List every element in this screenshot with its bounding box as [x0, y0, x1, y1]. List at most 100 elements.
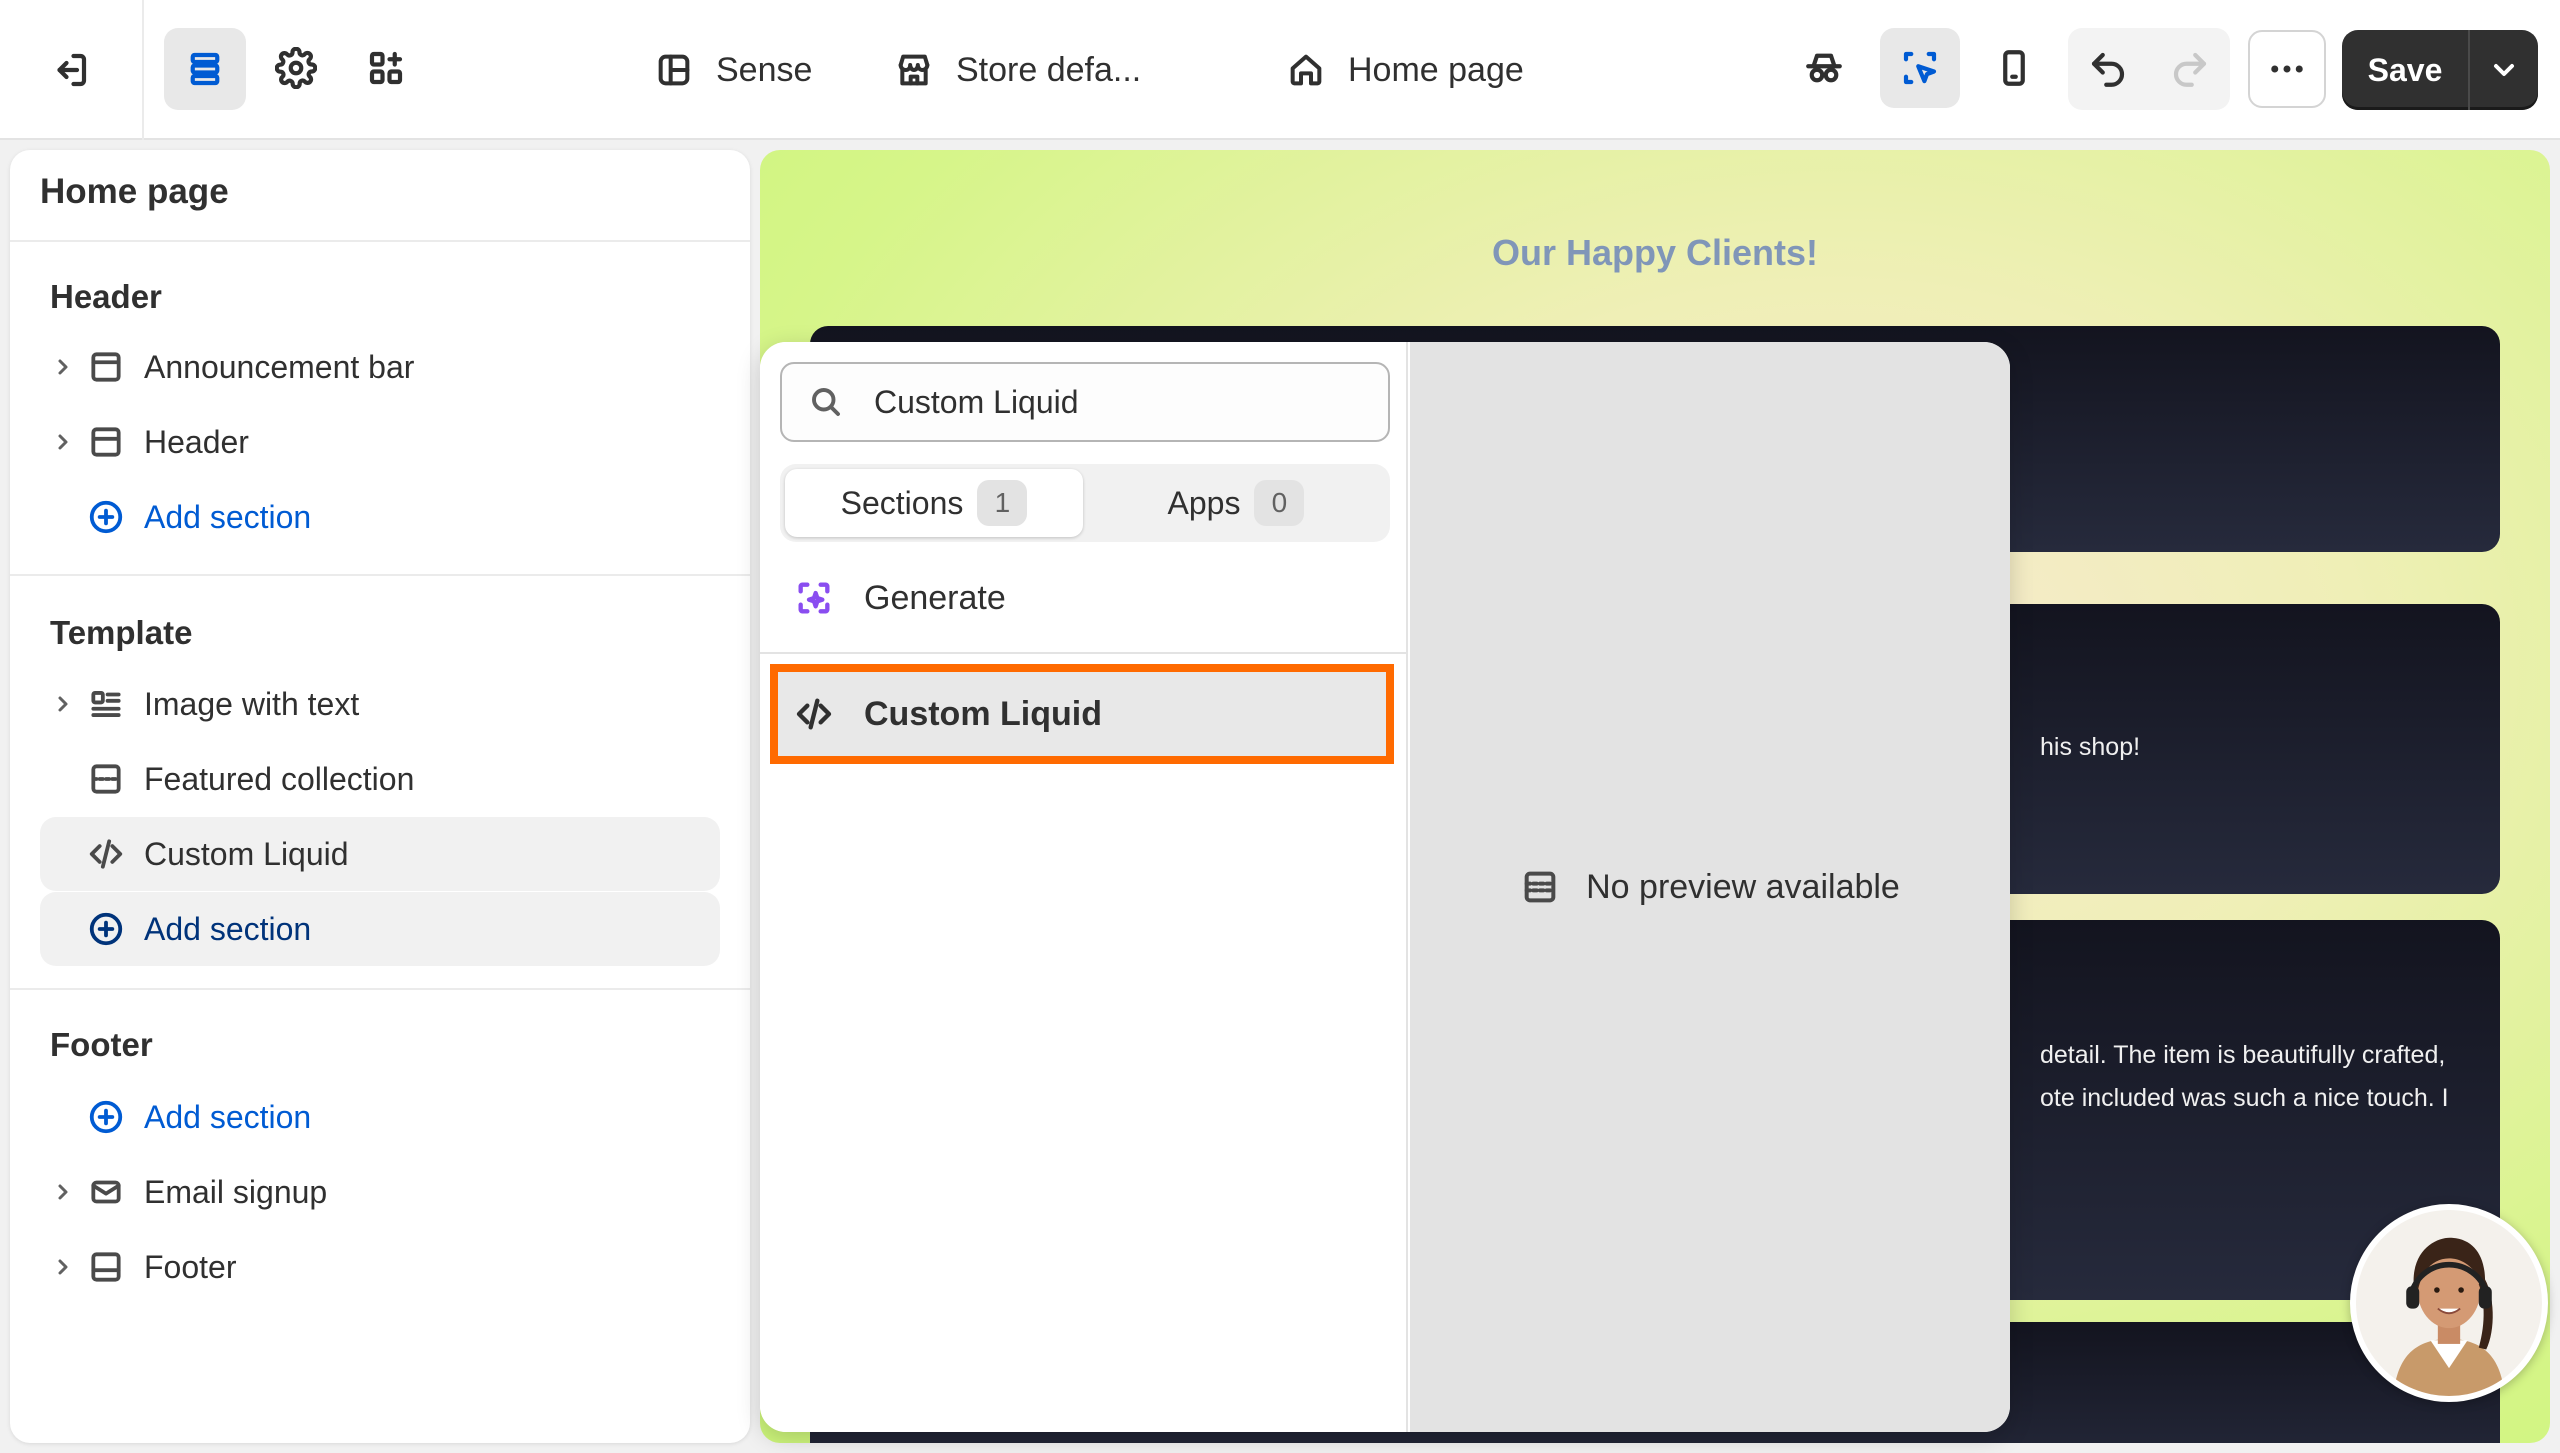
store-icon: [898, 54, 930, 86]
no-preview-message: No preview available: [1520, 867, 1900, 907]
code-icon: [86, 834, 126, 874]
sidebar-item-label: Email signup: [144, 1173, 328, 1210]
undo-button[interactable]: [2078, 39, 2138, 99]
mobile-icon: [2003, 50, 2025, 86]
testimonial-text: detail. The item is beautifully crafted,: [2040, 1041, 2446, 1069]
history-group: [2068, 28, 2230, 110]
mobile-preview-button[interactable]: [1984, 38, 2044, 98]
redo-icon: [2173, 52, 2207, 87]
chevron-right-icon[interactable]: [40, 1255, 86, 1279]
sidebar-item-announcement-bar[interactable]: Announcement bar: [40, 330, 720, 404]
cursor-select-icon: [1903, 51, 1937, 85]
generate-section-button[interactable]: Generate: [780, 558, 1390, 638]
add-section-label: Add section: [144, 1098, 312, 1135]
add-section-footer-button[interactable]: Add section: [40, 1080, 720, 1154]
result-label: Custom Liquid: [864, 694, 1102, 733]
divider: [10, 988, 750, 990]
sidebar-title: Home page: [40, 172, 229, 211]
section-preview-panel: No preview available: [1410, 342, 2010, 1432]
search-value: Custom Liquid: [874, 383, 1079, 420]
support-agent-avatar-icon: [2356, 1210, 2542, 1396]
sidebar-item-label: Footer: [144, 1248, 237, 1285]
chevron-right-icon[interactable]: [40, 692, 86, 716]
sidebar-item-image-with-text[interactable]: Image with text: [40, 667, 720, 741]
section-search-input[interactable]: Custom Liquid: [780, 362, 1390, 442]
sidebar-item-footer[interactable]: Footer: [40, 1230, 720, 1304]
top-bar: Sense Store defa... Home page Save: [0, 0, 2560, 140]
redo-button[interactable]: [2160, 39, 2220, 99]
sidebar-item-custom-liquid[interactable]: Custom Liquid: [40, 817, 720, 891]
count-badge: 0: [1254, 480, 1305, 526]
more-actions-button[interactable]: [2248, 30, 2326, 108]
undo-icon: [2091, 52, 2125, 87]
sidebar-item-header[interactable]: Header: [40, 405, 720, 479]
save-options-button[interactable]: [2470, 30, 2538, 110]
envelope-icon: [86, 1172, 126, 1212]
featured-collection-icon: [86, 759, 126, 799]
preview-heading: Our Happy Clients!: [1491, 232, 1819, 273]
store-context-selector[interactable]: Store defa...: [894, 40, 1141, 100]
sidebar-item-featured-collection[interactable]: Featured collection: [40, 742, 720, 816]
count-badge: 1: [977, 480, 1028, 526]
chevron-right-icon[interactable]: [40, 355, 86, 379]
sparkle-generate-icon: [792, 578, 836, 618]
plus-circle-icon: [86, 497, 126, 537]
sidebar-item-label: Header: [144, 423, 249, 460]
add-section-popover: Custom Liquid Sections 1 Apps 0 Generate…: [760, 342, 2010, 1432]
theme-name: Sense: [716, 50, 813, 89]
group-footer-heading: Footer: [50, 1026, 153, 1063]
inspector-button[interactable]: [1794, 38, 1854, 98]
footer-section-icon: [86, 1247, 126, 1287]
result-custom-liquid[interactable]: Custom Liquid: [780, 674, 1390, 754]
theme-selector[interactable]: Sense: [654, 40, 812, 100]
theme-settings-button[interactable]: [266, 38, 326, 98]
add-section-label: Add section: [144, 910, 312, 947]
save-button[interactable]: Save: [2342, 30, 2470, 110]
sidebar-item-label: Featured collection: [144, 760, 415, 797]
top-bar-divider: [142, 0, 144, 140]
plus-circle-icon: [86, 1097, 126, 1137]
support-chat-avatar[interactable]: [2350, 1204, 2548, 1402]
store-context-label: Store defa...: [956, 50, 1142, 89]
ellipsis-icon: [2271, 65, 2303, 73]
header-section-icon: [86, 422, 126, 462]
group-header-heading: Header: [50, 278, 162, 315]
save-button-group: Save: [2342, 30, 2538, 110]
image-with-text-icon: [86, 684, 126, 724]
incognito-icon: [1806, 53, 1842, 83]
tab-apps[interactable]: Apps 0: [1087, 469, 1385, 537]
sidebar-item-email-signup[interactable]: Email signup: [40, 1155, 720, 1229]
exit-button[interactable]: [40, 40, 100, 100]
add-section-template-button[interactable]: Add section: [40, 892, 720, 966]
chevron-right-icon[interactable]: [40, 1180, 86, 1204]
plus-circle-icon: [86, 909, 126, 949]
sidebar-item-label: Announcement bar: [144, 348, 415, 385]
search-icon: [812, 388, 840, 416]
add-section-label: Add section: [144, 498, 312, 535]
code-icon: [792, 694, 836, 734]
page-selector-label: Home page: [1348, 50, 1524, 89]
testimonial-text: his shop!: [2040, 733, 2141, 761]
sections-view-button[interactable]: [164, 28, 246, 110]
group-template-heading: Template: [50, 614, 193, 651]
chevron-right-icon[interactable]: [40, 430, 86, 454]
divider: [10, 574, 750, 576]
layout-icon: [658, 54, 690, 86]
generate-label: Generate: [864, 578, 1006, 617]
exit-icon: [57, 53, 87, 87]
apps-icon: [369, 51, 403, 85]
chevron-down-icon: [2494, 64, 2514, 76]
tab-label: Apps: [1167, 484, 1241, 521]
testimonial-text: ote included was such a nice touch. I: [2040, 1084, 2449, 1112]
select-element-button[interactable]: [1880, 28, 1960, 108]
gear-icon: [275, 47, 317, 89]
section-placeholder-icon: [1524, 871, 1556, 903]
sections-icon: [190, 52, 220, 86]
add-section-header-button[interactable]: Add section: [40, 480, 720, 554]
picker-list-panel: Custom Liquid Sections 1 Apps 0 Generate…: [760, 342, 1408, 1432]
page-selector[interactable]: Home page: [1286, 40, 1524, 100]
app-embeds-button[interactable]: [356, 38, 416, 98]
sidebar-item-label: Image with text: [144, 685, 360, 722]
tab-label: Sections: [840, 484, 964, 521]
tab-sections[interactable]: Sections 1: [785, 469, 1083, 537]
